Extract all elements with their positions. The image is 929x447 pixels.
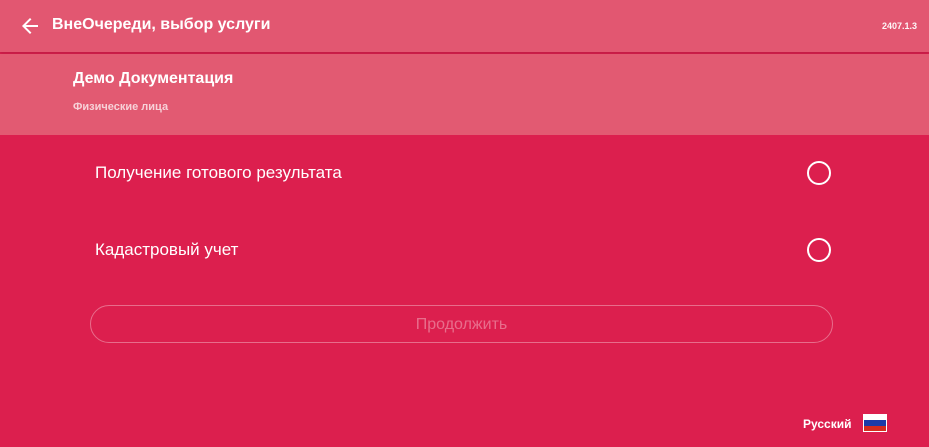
russia-flag-icon — [863, 414, 887, 432]
organization-subtitle: Физические лица — [73, 101, 169, 113]
continue-button[interactable]: Продолжить — [90, 305, 833, 343]
organization-header: Демо Документация Физические лица — [0, 54, 929, 135]
language-switcher[interactable]: Русский — [803, 414, 893, 436]
organization-name: Демо Документация — [73, 70, 234, 87]
service-option-label: Кадастровый учет — [95, 240, 239, 259]
language-label: Русский — [803, 417, 852, 431]
service-option-label: Получение готового результата — [95, 163, 342, 182]
top-app-bar: ВнеОчереди, выбор услуги 2407.1.3 — [0, 0, 929, 52]
version-label: 2407.1.3 — [881, 21, 917, 31]
page-title: ВнеОчереди, выбор услуги — [52, 16, 271, 33]
service-option-cadastral[interactable]: Кадастровый учет — [90, 230, 840, 270]
radio-unchecked-icon[interactable] — [807, 161, 831, 185]
back-arrow-icon[interactable] — [18, 14, 42, 38]
radio-unchecked-icon[interactable] — [807, 238, 831, 262]
service-option-ready-result[interactable]: Получение готового результата — [90, 153, 840, 193]
